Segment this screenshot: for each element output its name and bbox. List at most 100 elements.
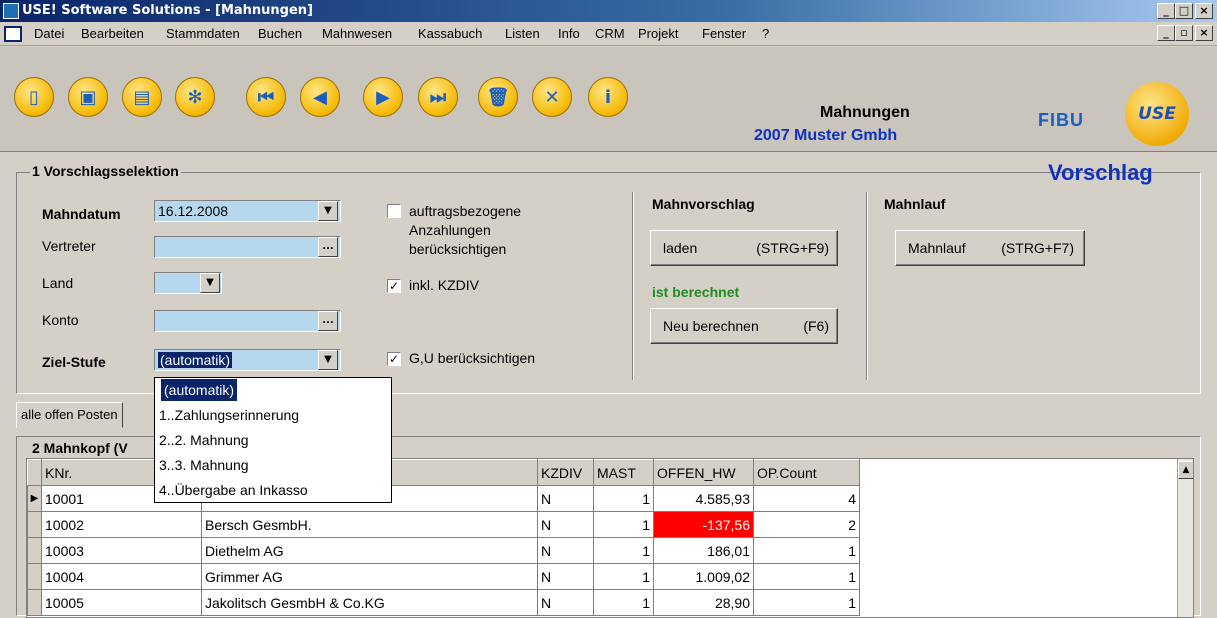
- mahnvorschlag-title: Mahnvorschlag: [652, 196, 755, 212]
- vertical-scrollbar[interactable]: ▲: [1177, 459, 1193, 617]
- cell-kzdiv[interactable]: N: [537, 485, 594, 512]
- mahndatum-label: Mahndatum: [42, 206, 121, 222]
- next-record-icon[interactable]: ▶: [363, 77, 403, 117]
- cell-offen-hw[interactable]: 186,01: [653, 537, 754, 564]
- table-row[interactable]: ▶ 10001 N 1 4.585,93 4: [27, 485, 860, 512]
- divider: [866, 192, 868, 380]
- cell-op-count[interactable]: 1: [753, 563, 860, 590]
- dropdown-option-inkasso[interactable]: 4..Übergabe an Inkasso: [155, 478, 391, 503]
- mode-label: Vorschlag: [1048, 160, 1153, 185]
- close-button[interactable]: ×: [1195, 3, 1213, 19]
- first-record-icon[interactable]: ⏮: [246, 77, 286, 117]
- cell-kzdiv[interactable]: N: [537, 511, 594, 538]
- print-icon[interactable]: ▤: [122, 77, 162, 117]
- child-minimize-button[interactable]: _: [1157, 25, 1175, 41]
- cell-op-count[interactable]: 2: [753, 511, 860, 538]
- document-icon[interactable]: [4, 26, 22, 42]
- new-icon[interactable]: ▯: [14, 77, 54, 117]
- menu-mahnwesen[interactable]: Mahnwesen: [322, 26, 392, 41]
- mahndatum-dropdown-button[interactable]: ▼: [318, 201, 338, 221]
- vertreter-field[interactable]: [154, 236, 341, 258]
- dropdown-option-zahlungserinnerung[interactable]: 1..Zahlungserinnerung: [155, 403, 391, 428]
- neu-berechnen-button[interactable]: Neu berechnen (F6): [650, 308, 838, 344]
- app-icon: [3, 3, 19, 19]
- kzdiv-checkbox[interactable]: ✓: [387, 279, 401, 293]
- zielstufe-dropdown-list: (automatik) 1..Zahlungserinnerung 2..2. …: [154, 377, 392, 503]
- row-indicator: [27, 511, 42, 538]
- menu-bearbeiten[interactable]: Bearbeiten: [81, 26, 144, 41]
- menu-kassabuch[interactable]: Kassabuch: [418, 26, 482, 41]
- land-label: Land: [42, 275, 74, 291]
- child-close-button[interactable]: ×: [1195, 25, 1213, 41]
- cell-offen-hw[interactable]: 1.009,02: [653, 563, 754, 590]
- minimize-button[interactable]: _: [1157, 3, 1175, 19]
- child-restore-button[interactable]: ▫: [1175, 25, 1193, 41]
- laden-button[interactable]: laden (STRG+F9): [650, 230, 838, 266]
- mahnlauf-button[interactable]: Mahnlauf (STRG+F7): [895, 230, 1085, 266]
- grid-header-row: KNr. KZDIV MAST OFFEN_HW OP.Count: [27, 459, 860, 486]
- column-header-kzdiv[interactable]: KZDIV: [537, 459, 594, 486]
- mahndatum-field[interactable]: 16.12.2008: [154, 200, 341, 222]
- section1-title: 1 Vorschlagsselektion: [30, 163, 181, 179]
- cell-mast[interactable]: 1: [593, 485, 654, 512]
- column-header-mast[interactable]: MAST: [593, 459, 654, 486]
- info-icon[interactable]: i: [588, 77, 628, 117]
- zielstufe-select[interactable]: (automatik): [154, 349, 341, 371]
- scroll-up-icon[interactable]: ▲: [1178, 461, 1193, 479]
- cell-name[interactable]: Grimmer AG: [201, 563, 538, 590]
- menu-help[interactable]: ?: [762, 26, 769, 41]
- table-row[interactable]: 10002 Bersch GesmbH. N 1 -137,56 2: [27, 511, 860, 538]
- cell-op-count[interactable]: 4: [753, 485, 860, 512]
- tab-alle-offen-posten[interactable]: alle offen Posten: [16, 402, 123, 428]
- vertreter-browse-button[interactable]: ...: [318, 237, 338, 257]
- table-row[interactable]: 10003 Diethelm AG N 1 186,01 1: [27, 537, 860, 564]
- form-title: Mahnungen: [820, 104, 910, 121]
- menu-buchen[interactable]: Buchen: [258, 26, 302, 41]
- konto-browse-button[interactable]: ...: [318, 311, 338, 331]
- cell-kzdiv[interactable]: N: [537, 563, 594, 590]
- auftrag-checkbox[interactable]: [387, 204, 401, 218]
- shower-icon[interactable]: ✻: [175, 77, 215, 117]
- grid-header-indicator: [27, 459, 42, 486]
- previous-record-icon[interactable]: ◀: [300, 77, 340, 117]
- menu-crm[interactable]: CRM: [595, 26, 625, 41]
- column-header-op-count[interactable]: OP.Count: [753, 459, 860, 486]
- maximize-button[interactable]: □: [1175, 3, 1193, 19]
- cell-offen-hw[interactable]: 4.585,93: [653, 485, 754, 512]
- cell-name[interactable]: Bersch GesmbH.: [201, 511, 538, 538]
- use-logo: USE: [1125, 82, 1189, 146]
- cell-mast[interactable]: 1: [593, 563, 654, 590]
- save-icon[interactable]: ▣: [68, 77, 108, 117]
- cell-mast[interactable]: 1: [593, 537, 654, 564]
- konto-label: Konto: [42, 312, 79, 328]
- cell-name[interactable]: Diethelm AG: [201, 537, 538, 564]
- zielstufe-dropdown-button[interactable]: ▼: [318, 350, 338, 370]
- divider: [632, 192, 634, 380]
- cell-knr[interactable]: 10004: [41, 563, 202, 590]
- vertreter-label: Vertreter: [42, 238, 96, 254]
- cell-mast[interactable]: 1: [593, 511, 654, 538]
- dropdown-option-3-mahnung[interactable]: 3..3. Mahnung: [155, 453, 391, 478]
- dropdown-option-2-mahnung[interactable]: 2..2. Mahnung: [155, 428, 391, 453]
- menu-projekt[interactable]: Projekt: [638, 26, 678, 41]
- cell-op-count[interactable]: 1: [753, 537, 860, 564]
- cell-offen-hw-negative[interactable]: -137,56: [653, 511, 754, 538]
- window-title: USE! Software Solutions - [Mahnungen]: [22, 3, 313, 18]
- menu-listen[interactable]: Listen: [505, 26, 540, 41]
- table-row[interactable]: 10004 Grimmer AG N 1 1.009,02 1: [27, 563, 860, 590]
- cell-knr[interactable]: 10003: [41, 537, 202, 564]
- menu-fenster[interactable]: Fenster: [702, 26, 746, 41]
- cell-knr[interactable]: 10002: [41, 511, 202, 538]
- delete-icon[interactable]: ✕: [532, 77, 572, 117]
- menu-stammdaten[interactable]: Stammdaten: [166, 26, 240, 41]
- dropdown-option-automatik[interactable]: (automatik): [155, 378, 391, 403]
- land-dropdown-button[interactable]: ▼: [200, 273, 220, 293]
- gu-checkbox[interactable]: ✓: [387, 352, 401, 366]
- column-header-offen-hw[interactable]: OFFEN_HW: [653, 459, 754, 486]
- trash-icon[interactable]: 🗑: [478, 77, 518, 117]
- menu-datei[interactable]: Datei: [34, 26, 64, 41]
- konto-field[interactable]: [154, 310, 341, 332]
- menu-info[interactable]: Info: [558, 26, 580, 41]
- last-record-icon[interactable]: ⏭: [418, 77, 458, 117]
- cell-kzdiv[interactable]: N: [537, 537, 594, 564]
